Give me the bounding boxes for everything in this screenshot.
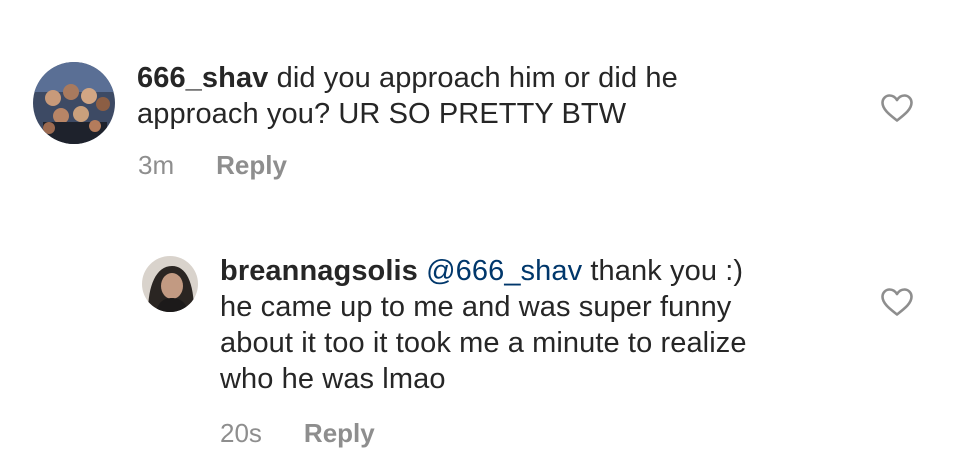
comment-username[interactable]: 666_shav	[137, 62, 268, 94]
comment-timestamp: 3m	[138, 150, 175, 180]
reply-button[interactable]: Reply	[304, 418, 375, 449]
mention-link[interactable]: @666_shav	[426, 255, 582, 287]
comment-timestamp: 20s	[220, 418, 262, 448]
heart-outline-icon[interactable]	[880, 93, 914, 123]
comment-text: 666_shav did you approach him or did he …	[137, 60, 837, 132]
comment-line: approach you? UR SO PRETTY BTW	[137, 98, 627, 130]
heart-outline-icon[interactable]	[880, 287, 914, 317]
avatar[interactable]	[33, 62, 115, 144]
comment-text: breannagsolis @666_shav thank you :) he …	[220, 253, 860, 397]
avatar[interactable]	[142, 256, 198, 312]
comment-line: he came up to me and was super funny	[220, 291, 732, 323]
comment-meta: 20s Reply	[220, 418, 375, 449]
group-photo-avatar-icon	[33, 62, 115, 144]
comment-line: thank you :)	[590, 255, 744, 287]
comment-meta: 3m Reply	[138, 150, 287, 181]
reply-button[interactable]: Reply	[216, 150, 287, 181]
comment-line: did you approach him or did he	[276, 62, 678, 94]
comment-line: who he was lmao	[220, 363, 446, 395]
profile-photo-avatar-icon	[142, 256, 198, 312]
comment-line: about it too it took me a minute to real…	[220, 327, 747, 359]
comment-username[interactable]: breannagsolis	[220, 255, 418, 287]
